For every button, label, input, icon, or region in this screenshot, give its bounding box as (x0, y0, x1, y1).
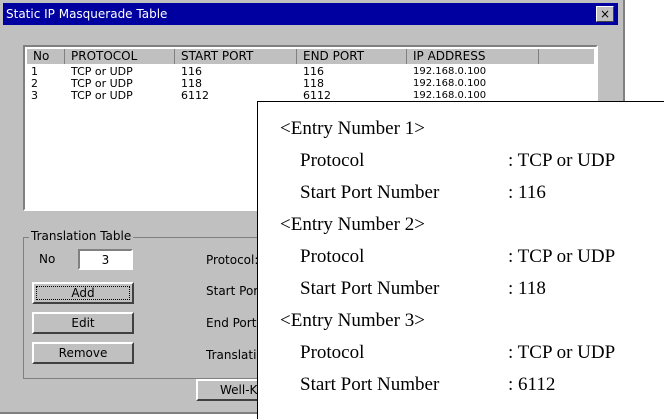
window-title: Static IP Masquerade Table (6, 7, 168, 21)
add-button[interactable]: Add (32, 282, 134, 304)
entry-2-protocol-label: Protocol (300, 246, 365, 267)
entry-2-protocol-value: : TCP or UDP (508, 246, 616, 267)
column-header-end-port[interactable]: END PORT (297, 49, 407, 64)
entry-3-port-line: Start Port Number : 6112 (300, 370, 660, 400)
start-port-label: Start Por (206, 284, 259, 298)
entry-2-protocol-line: Protocol : TCP or UDP (300, 242, 660, 272)
column-header-start-port[interactable]: START PORT (175, 49, 297, 64)
entry-1-port-line: Start Port Number : 116 (300, 178, 660, 208)
entry-2-port-label: Start Port Number (300, 278, 440, 299)
edit-button[interactable]: Edit (32, 312, 134, 334)
entry-2-heading: <Entry Number 2> (280, 214, 425, 235)
cell-no: 3 (31, 89, 38, 102)
entry-1-protocol-label: Protocol (300, 150, 365, 171)
entry-3-protocol-label: Protocol (300, 342, 365, 363)
entry-3-port-label: Start Port Number (300, 374, 440, 395)
entry-1-protocol-line: Protocol : TCP or UDP (300, 146, 660, 176)
no-label: No (39, 252, 56, 266)
translation-label: Translati (206, 348, 257, 362)
entry-1-protocol-value: : TCP or UDP (508, 150, 616, 171)
cell-protocol: TCP or UDP (71, 89, 133, 102)
end-port-label: End Port (206, 316, 257, 330)
cell-ip-address: 192.168.0.100 (413, 78, 487, 89)
entry-2-port-value: : 118 (508, 278, 546, 299)
entry-3-protocol-value: : TCP or UDP (508, 342, 616, 363)
entry-3-protocol-line: Protocol : TCP or UDP (300, 338, 660, 368)
column-header-no[interactable]: No (27, 49, 65, 64)
column-header-protocol[interactable]: PROTOCOL (65, 49, 175, 64)
protocol-label: Protocol: (206, 253, 259, 267)
column-header-ip-address[interactable]: IP ADDRESS (407, 49, 539, 64)
entry-3-heading: <Entry Number 3> (280, 310, 425, 331)
title-bar: Static IP Masquerade Table × (3, 3, 618, 25)
remove-button[interactable]: Remove (32, 342, 134, 364)
entry-2-port-line: Start Port Number : 118 (300, 274, 660, 304)
cell-ip-address: 192.168.0.100 (413, 66, 487, 77)
translation-table-label: Translation Table (29, 229, 134, 243)
entry-1-port-value: : 116 (508, 182, 546, 203)
entry-number-field[interactable]: 3 (78, 249, 133, 270)
entry-summary-callout: <Entry Number 1> Protocol : TCP or UDP S… (257, 101, 664, 419)
entry-3-port-value: : 6112 (508, 374, 556, 395)
close-icon[interactable]: × (596, 6, 614, 22)
entry-1-heading: <Entry Number 1> (280, 118, 425, 139)
entry-1-port-label: Start Port Number (300, 182, 440, 203)
column-header-empty (539, 49, 594, 64)
cell-start-port: 6112 (181, 89, 209, 102)
